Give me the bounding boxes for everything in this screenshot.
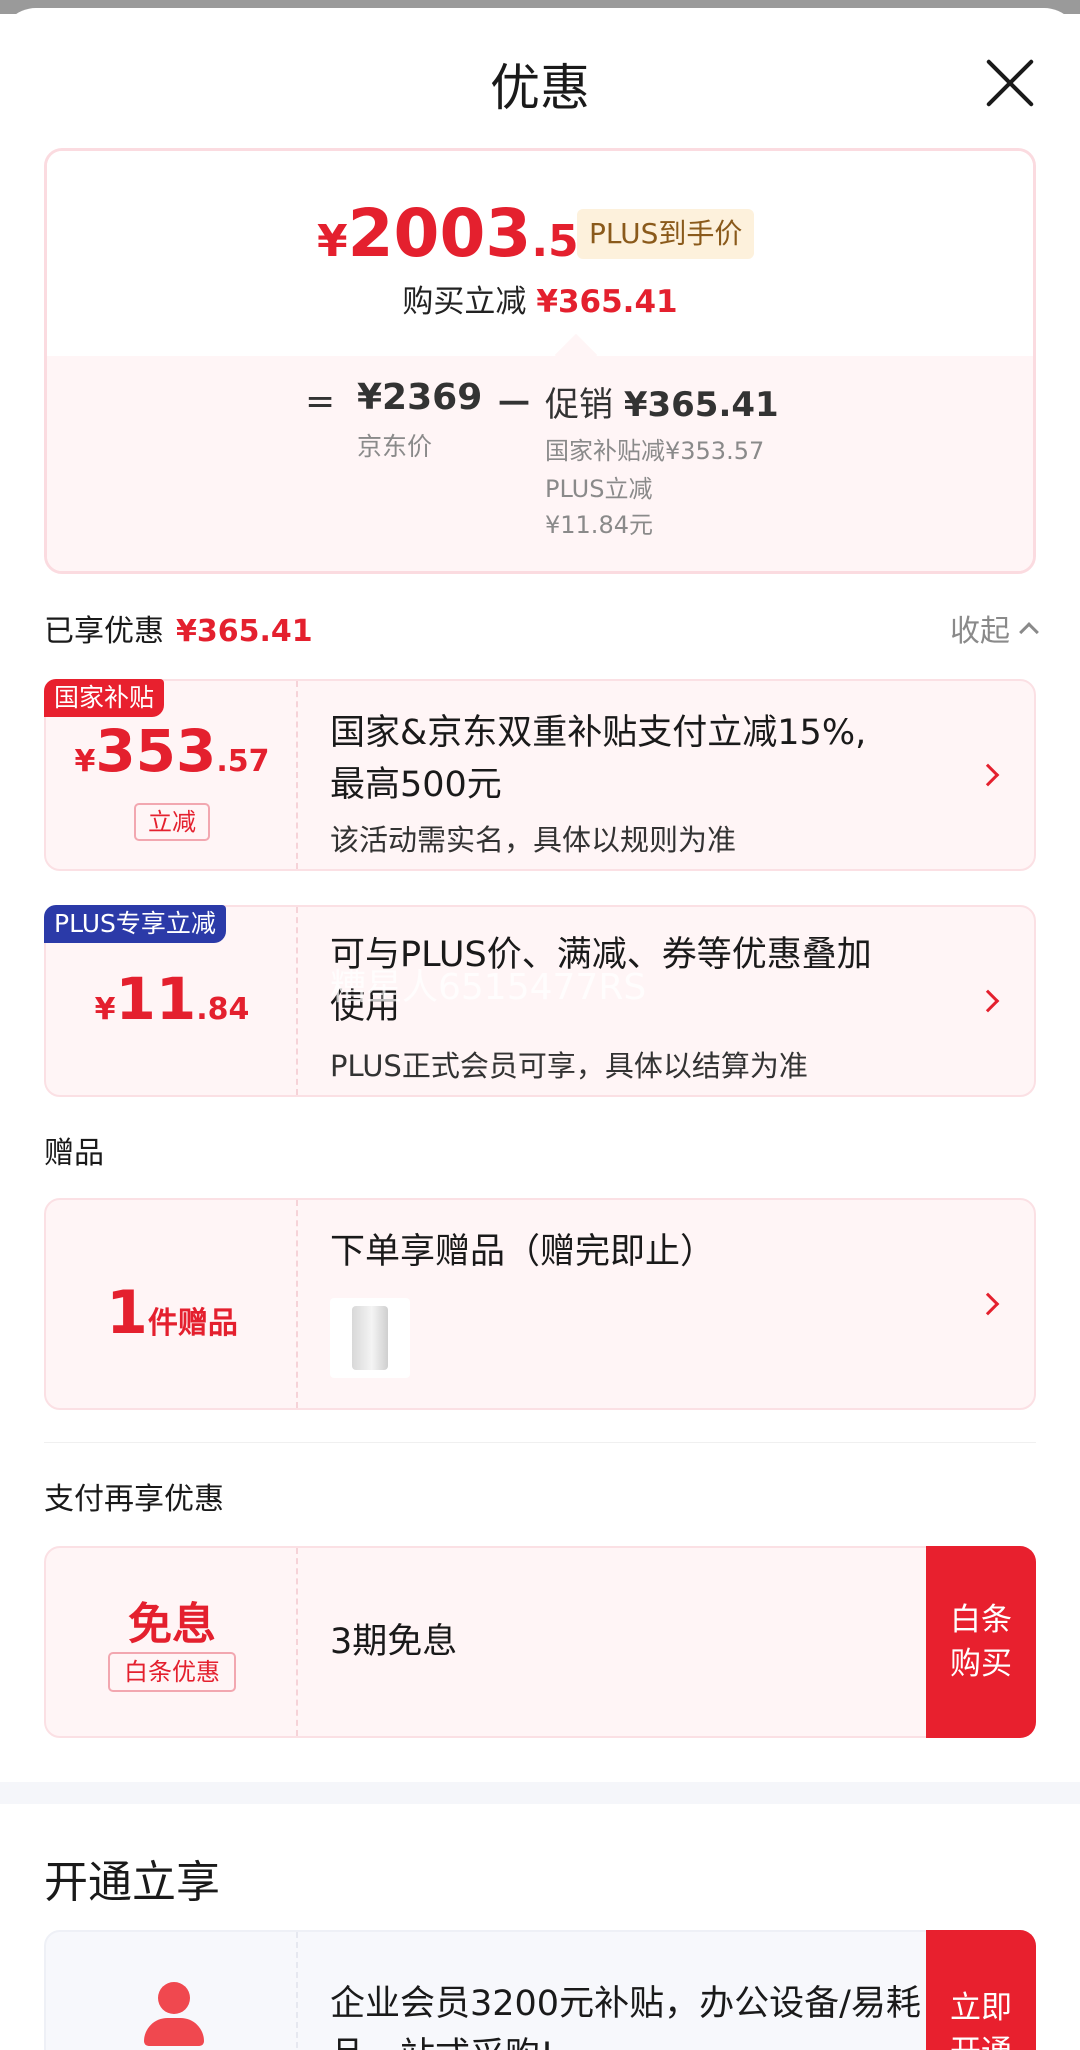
- plus-exclusive-tag: PLUS专享立减: [44, 905, 226, 943]
- jd-price: ¥2369: [357, 377, 483, 418]
- promo-sub-plus: PLUS立减: [545, 475, 653, 503]
- enterprise-member-card[interactable]: 企业会员3200元补贴，办公设备/易耗品一站式采购! 立即开通: [44, 1930, 1036, 2050]
- chevron-right-icon: [976, 989, 1000, 1013]
- watermark: 糟星人6515477RS: [330, 967, 647, 1008]
- discount-card-national[interactable]: 国家补贴 ¥353.57 立减 国家&京东双重补贴支付立减15%, 最高500元…: [44, 679, 1036, 871]
- gift-count-panel: 1件赠品: [46, 1200, 298, 1408]
- discount-amount: ¥11.84: [94, 965, 250, 1033]
- open-now-button[interactable]: 立即开通: [926, 1930, 1036, 2050]
- discount-amount-panel: 国家补贴 ¥353.57 立减: [44, 679, 298, 869]
- chevron-up-icon: [1019, 622, 1039, 642]
- jd-price-label: 京东价: [357, 432, 433, 461]
- discount-note: 该活动需实名，具体以规则为准: [330, 823, 737, 857]
- gift-card[interactable]: 1件赠品 下单享赠品（赠完即止）: [44, 1198, 1036, 1410]
- gift-count: 1件赠品: [106, 1278, 238, 1348]
- open-section-title: 开通立享: [44, 1857, 220, 1908]
- payment-section-label: 支付再享优惠: [44, 1482, 224, 1517]
- equals-sign: =: [305, 381, 336, 422]
- sheet-title: 优惠: [490, 59, 590, 117]
- promo-sub-national: 国家补贴减¥353.57: [545, 437, 765, 465]
- minus-sign: －: [495, 382, 534, 426]
- interest-free-title: 免息: [128, 1599, 216, 1650]
- national-subsidy-tag: 国家补贴: [44, 679, 165, 717]
- discount-amount-panel: PLUS专享立减 ¥11.84: [44, 905, 298, 1095]
- installment-text: 3期免息: [330, 1622, 458, 1662]
- chevron-right-icon: [976, 763, 1000, 787]
- member-description: 企业会员3200元补贴，办公设备/易耗品一站式采购!: [330, 1984, 921, 2050]
- person-icon: [142, 1982, 206, 2046]
- baitiao-panel: 免息 白条优惠: [46, 1548, 298, 1736]
- gift-section-label: 赠品: [44, 1136, 104, 1171]
- discount-sheet: 优惠 ¥2003.59 PLUS到手价 购买立减 ¥365.41 = ¥2369 …: [0, 8, 1080, 2050]
- discount-note: PLUS正式会员可享，具体以结算为准: [330, 1049, 808, 1083]
- enjoyed-discount: 已享优惠 ¥365.41: [44, 614, 313, 649]
- reduce-line: 购买立减 ¥365.41: [402, 284, 678, 320]
- divider: [44, 1442, 1036, 1443]
- price-summary-card: ¥2003.59 PLUS到手价 购买立减 ¥365.41 = ¥2369 京东价…: [44, 148, 1036, 574]
- baitiao-badge: 白条优惠: [108, 1652, 236, 1692]
- discount-amount: ¥353.57: [74, 717, 270, 785]
- member-icon-panel: [46, 1932, 298, 2050]
- discount-description: 国家&京东双重补贴支付立减15%, 最高500元: [330, 713, 867, 805]
- chevron-right-icon: [976, 1292, 1000, 1316]
- reduce-badge: 立减: [134, 803, 210, 841]
- plus-price-tag: PLUS到手价: [577, 209, 755, 259]
- collapse-toggle[interactable]: 收起: [950, 606, 1039, 650]
- section-gap: [0, 1782, 1080, 1804]
- gift-title: 下单享赠品（赠完即止）: [330, 1232, 716, 1272]
- baitiao-buy-button[interactable]: 白条购买: [926, 1546, 1036, 1738]
- baitiao-card[interactable]: 免息 白条优惠 3期免息 白条购买: [44, 1546, 1036, 1738]
- power-bank-icon: [330, 1298, 410, 1378]
- promo-amount: 促销 ¥365.41: [545, 385, 779, 425]
- close-icon[interactable]: [985, 58, 1035, 108]
- promo-sub-plus-amount: ¥11.84元: [545, 511, 653, 539]
- final-price: ¥2003.59: [317, 195, 610, 272]
